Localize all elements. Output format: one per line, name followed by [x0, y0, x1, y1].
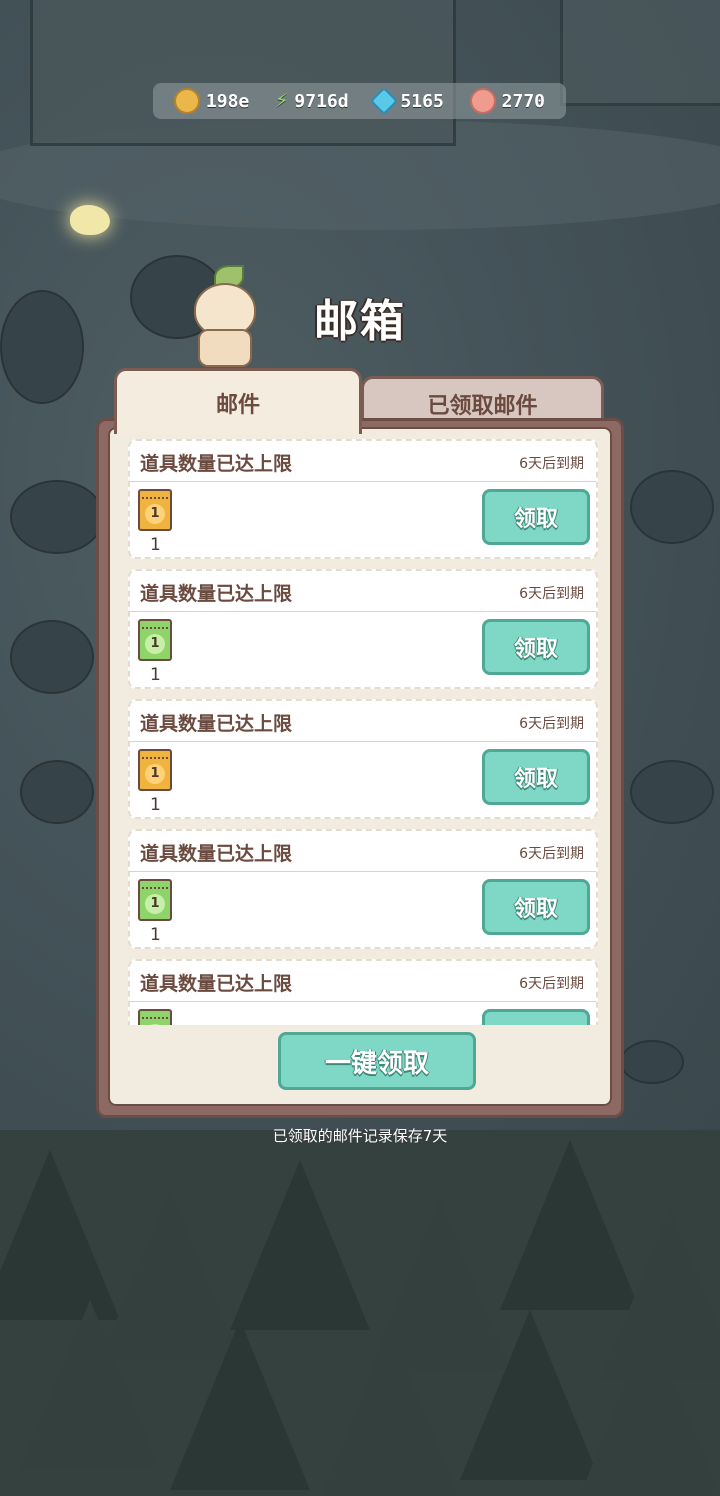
- gem-icon: [370, 86, 399, 116]
- claim-button[interactable]: 领取: [482, 1009, 590, 1025]
- item-quantity: 1: [150, 665, 161, 685]
- claim-button[interactable]: 领取: [482, 879, 590, 935]
- claim-button[interactable]: 领取: [482, 749, 590, 805]
- currency-gem[interactable]: 5165: [370, 86, 444, 116]
- coin-icon: [173, 88, 200, 114]
- bush: [630, 760, 714, 824]
- ticket-number: 1: [145, 764, 165, 784]
- currency-coin[interactable]: 198e: [173, 88, 250, 114]
- shell-value: 2770: [501, 90, 546, 112]
- market-stall: [560, 0, 720, 106]
- mail-expire: 6天后到期: [519, 716, 584, 732]
- mail-expire: 6天后到期: [519, 846, 584, 862]
- shell-icon: [469, 88, 496, 114]
- claim-all-button[interactable]: 一键领取: [278, 1032, 476, 1090]
- ticket-number: 1: [145, 634, 165, 654]
- item-quantity: 1: [150, 535, 161, 555]
- mail-title: 道具数量已达上限: [140, 583, 293, 605]
- ticket-perforation: [142, 497, 168, 499]
- coin-value: 198e: [205, 90, 250, 112]
- bush: [20, 760, 94, 824]
- mail-item: 道具数量已达上限 6天后到期 1 1 领取: [128, 439, 598, 559]
- ticket-perforation: [142, 1017, 168, 1019]
- mail-header: 道具数量已达上限 6天后到期: [130, 831, 596, 872]
- item-quantity: 1: [150, 925, 161, 945]
- tab-mail[interactable]: 邮件: [114, 368, 362, 434]
- gem-value: 5165: [400, 90, 444, 112]
- mailbox-title: 邮箱: [314, 296, 406, 347]
- mail-header: 道具数量已达上限 6天后到期: [130, 701, 596, 742]
- green-ticket-icon[interactable]: 1: [138, 619, 172, 661]
- claim-button[interactable]: 领取: [482, 489, 590, 545]
- claim-button[interactable]: 领取: [482, 619, 590, 675]
- mail-title: 道具数量已达上限: [140, 973, 293, 995]
- currency-energy[interactable]: ⚡ 9716d: [275, 90, 348, 112]
- mail-expire: 6天后到期: [519, 586, 584, 602]
- pine-tree: [20, 1300, 160, 1470]
- mail-item: 道具数量已达上限 6天后到期 1 1 领取: [128, 699, 598, 819]
- mail-expire: 6天后到期: [519, 456, 584, 472]
- bush: [620, 1040, 684, 1084]
- mail-item: 道具数量已达上限 6天后到期 1 1 领取: [128, 569, 598, 689]
- orange-ticket-icon[interactable]: 1: [138, 489, 172, 531]
- mail-title: 道具数量已达上限: [140, 453, 293, 475]
- ticket-perforation: [142, 757, 168, 759]
- castle-wall: [30, 0, 456, 146]
- bush: [630, 470, 714, 544]
- green-ticket-icon[interactable]: 1: [138, 1009, 172, 1025]
- mailbox-panel: 道具数量已达上限 6天后到期 1 1 领取 道具数量已达上限 6天后到期 1 1…: [96, 418, 624, 1118]
- mail-expire: 6天后到期: [519, 976, 584, 992]
- currency-shell[interactable]: 2770: [469, 88, 546, 114]
- pine-tree: [460, 1310, 600, 1480]
- ticket-number: 1: [145, 1024, 165, 1025]
- energy-bolt-icon: ⚡: [275, 88, 289, 113]
- pine-tree: [320, 1330, 460, 1496]
- mail-header: 道具数量已达上限 6天后到期: [130, 571, 596, 612]
- mail-title: 道具数量已达上限: [140, 713, 293, 735]
- ticket-number: 1: [145, 504, 165, 524]
- bush: [10, 480, 104, 554]
- pine-tree: [580, 1325, 720, 1495]
- bush: [10, 620, 94, 694]
- mail-title: 道具数量已达上限: [140, 843, 293, 865]
- orange-ticket-icon[interactable]: 1: [138, 749, 172, 791]
- mail-item: 道具数量已达上限 6天后到期 1 1 领取: [128, 829, 598, 949]
- energy-value: 9716d: [294, 90, 349, 112]
- glowing-bird-sprite[interactable]: [70, 205, 110, 235]
- ticket-number: 1: [145, 894, 165, 914]
- retention-note: 已领取的邮件记录保存7天: [272, 1127, 448, 1145]
- item-quantity: 1: [150, 795, 161, 815]
- mail-item: 道具数量已达上限 6天后到期 1 1 领取: [128, 959, 598, 1025]
- ticket-perforation: [142, 627, 168, 629]
- forest: [0, 1130, 720, 1496]
- green-ticket-icon[interactable]: 1: [138, 879, 172, 921]
- pine-tree: [230, 1160, 370, 1330]
- mail-header: 道具数量已达上限 6天后到期: [130, 441, 596, 482]
- pine-tree: [170, 1320, 310, 1490]
- ticket-perforation: [142, 887, 168, 889]
- mailbox-panel-inner: 道具数量已达上限 6天后到期 1 1 领取 道具数量已达上限 6天后到期 1 1…: [108, 427, 612, 1106]
- mail-list[interactable]: 道具数量已达上限 6天后到期 1 1 领取 道具数量已达上限 6天后到期 1 1…: [128, 439, 600, 1025]
- currency-bar: 198e ⚡ 9716d 5165 2770: [153, 83, 566, 119]
- mail-header: 道具数量已达上限 6天后到期: [130, 961, 596, 1002]
